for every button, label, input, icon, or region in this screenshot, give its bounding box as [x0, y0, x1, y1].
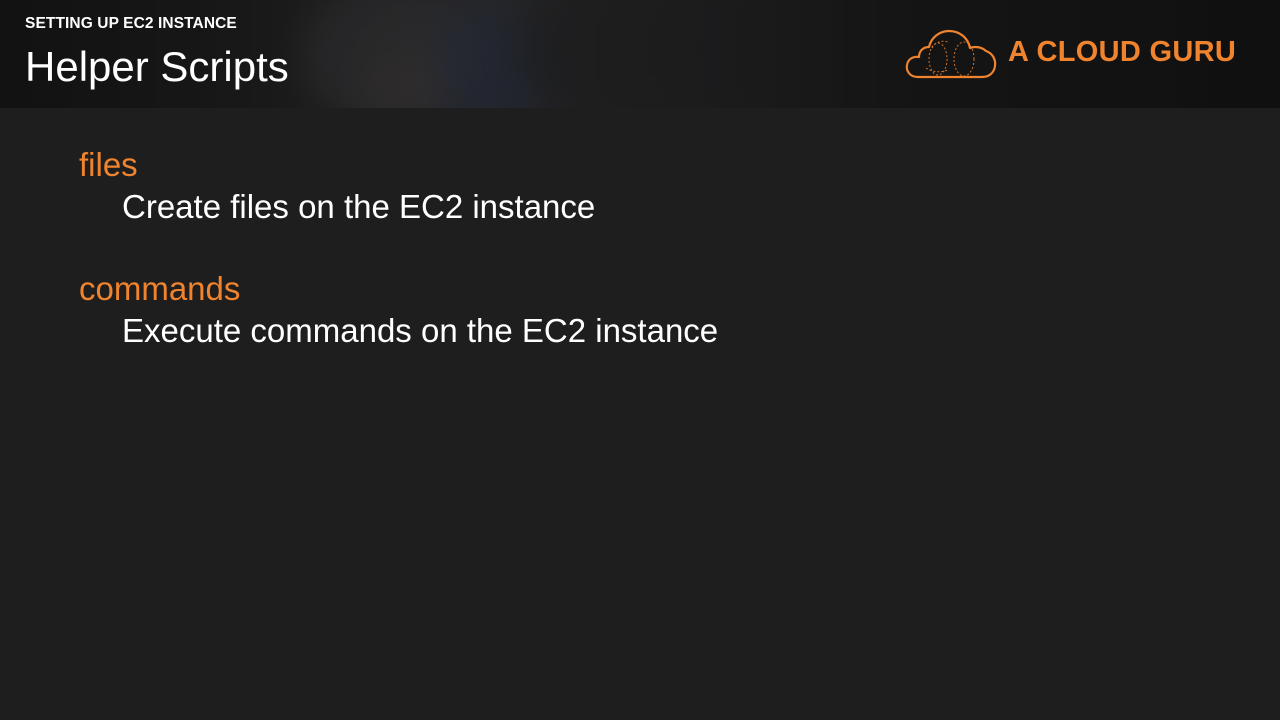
cloud-logo-icon [905, 29, 997, 79]
section-label: SETTING UP EC2 INSTANCE [25, 15, 237, 32]
slide-content: files Create files on the EC2 instance c… [0, 108, 1280, 720]
description-files: Create files on the EC2 instance [122, 188, 596, 225]
slide: SETTING UP EC2 INSTANCE Helper Scripts A… [0, 0, 1280, 720]
term-commands: commands [79, 270, 241, 307]
slide-title: Helper Scripts [25, 43, 289, 90]
brand-logo: A CLOUD GURU [904, 26, 1244, 82]
description-commands: Execute commands on the EC2 instance [122, 312, 719, 349]
slide-header: SETTING UP EC2 INSTANCE Helper Scripts A… [0, 0, 1280, 108]
term-files: files [79, 146, 138, 183]
brand-logo-text: A CLOUD GURU [1008, 36, 1237, 68]
